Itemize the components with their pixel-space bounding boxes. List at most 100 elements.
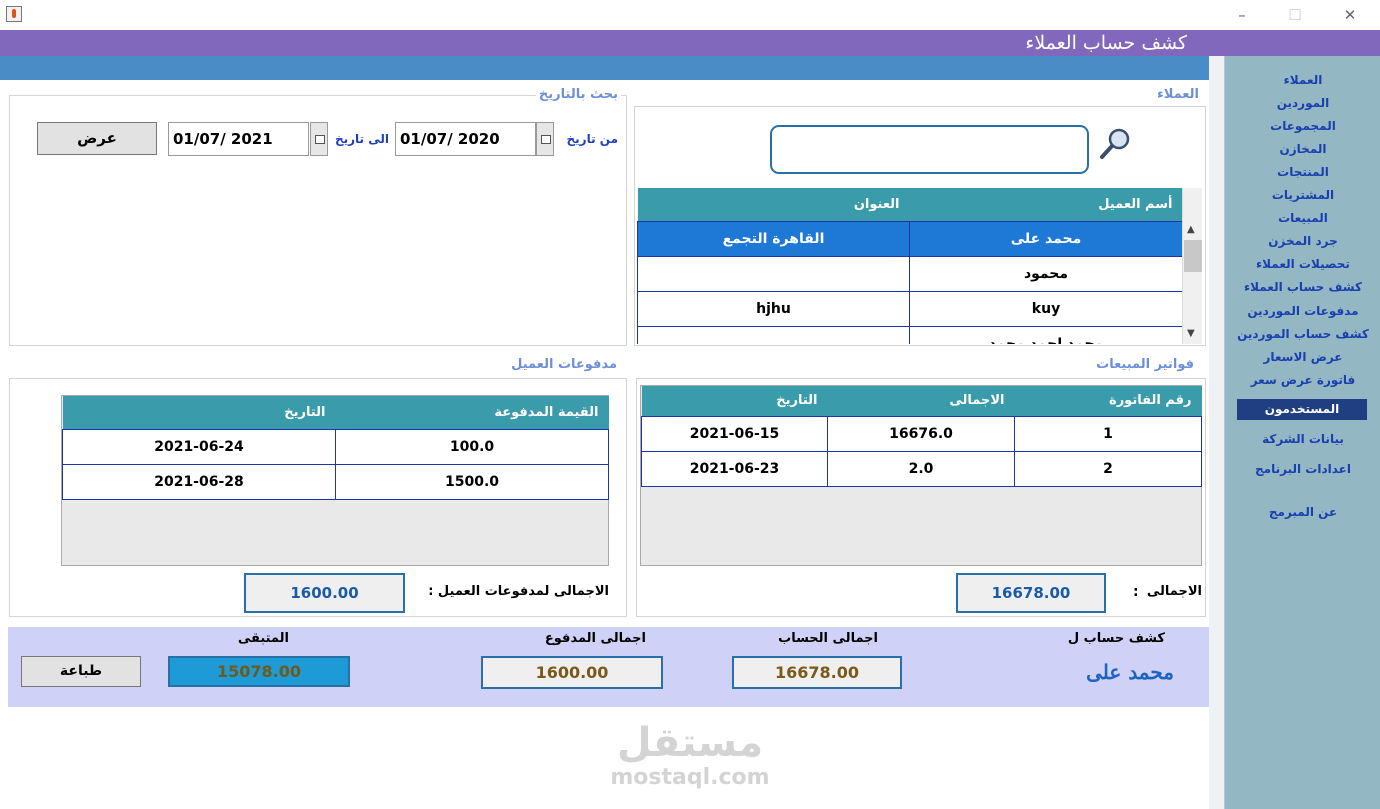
- customer-name: محمد على: [1086, 660, 1174, 684]
- to-date-picker-button[interactable]: [310, 122, 328, 156]
- customers-scrollbar[interactable]: ▲ ▼: [1182, 188, 1202, 344]
- scroll-up-icon[interactable]: ▲: [1187, 224, 1195, 235]
- sidebar-item-suppliers[interactable]: الموردين: [1225, 96, 1380, 110]
- show-button[interactable]: عرض: [37, 122, 157, 155]
- from-date-field[interactable]: 01/07/ 2020: [395, 122, 536, 156]
- sidebar-item-customer-statement[interactable]: كشف حساب العملاء: [1225, 280, 1380, 294]
- cell-address[interactable]: القاهرة التجمع: [637, 220, 910, 257]
- payments-table: التاريخ القيمة المدفوعة 2021-06-24 100.0…: [62, 396, 609, 500]
- sales-invoices-title: فواتير المبيعات: [1093, 357, 1197, 372]
- invoices-table-container: التاريخ الاجمالى رقم الفاتورة 2021-06-15…: [640, 385, 1202, 566]
- payments-total-label: الاجمالى لمدفوعات العميل :: [428, 584, 609, 599]
- minimize-button[interactable]: –: [1232, 5, 1252, 25]
- table-row[interactable]: 2021-06-28 1500.0: [62, 463, 609, 500]
- cell-amount[interactable]: 100.0: [335, 428, 609, 465]
- sidebar-item-price-offers[interactable]: عرض الاسعار: [1225, 350, 1380, 364]
- customers-title: العملاء: [1154, 87, 1202, 102]
- table-row[interactable]: محمد احمد محمد: [637, 325, 1182, 344]
- column-header-customer-name[interactable]: أسم العميل: [909, 188, 1182, 221]
- sidebar-item-supplier-payments[interactable]: مدفوعات الموردين: [1225, 304, 1380, 318]
- header-strip: [0, 56, 1209, 80]
- sidebar-item-quote-invoice[interactable]: فاتورة عرض سعر: [1225, 373, 1380, 387]
- sidebar-item-users[interactable]: المستخدمون: [1237, 399, 1367, 420]
- table-row[interactable]: 2021-06-23 2.0 2: [641, 450, 1202, 487]
- sidebar-item-customer-collections[interactable]: تحصيلات العملاء: [1225, 257, 1380, 271]
- cell-date[interactable]: 2021-06-28: [62, 463, 336, 500]
- search-icon[interactable]: [1099, 126, 1133, 160]
- cell-amount[interactable]: 1500.0: [335, 463, 609, 500]
- print-button[interactable]: طباعة: [21, 656, 141, 687]
- cell-date[interactable]: 2021-06-15: [641, 415, 828, 452]
- column-header-date[interactable]: التاريخ: [62, 396, 336, 429]
- invoices-total-colon: :: [1133, 584, 1139, 600]
- mostaql-watermark: مستقل mostaql.com: [600, 720, 780, 800]
- cell-total[interactable]: 16676.0: [827, 415, 1015, 452]
- sidebar-separator: [1209, 56, 1224, 809]
- close-button[interactable]: ✕: [1340, 5, 1360, 25]
- invoices-table: التاريخ الاجمالى رقم الفاتورة 2021-06-15…: [641, 386, 1202, 487]
- cell-total[interactable]: 2.0: [827, 450, 1015, 487]
- column-header-date[interactable]: التاريخ: [641, 386, 828, 416]
- table-row[interactable]: القاهرة التجمع محمد على: [637, 220, 1182, 257]
- account-total-field: 16678.00: [732, 656, 902, 689]
- customers-table: العنوان أسم العميل القاهرة التجمع محمد ع…: [637, 188, 1182, 344]
- remaining-label: المتبقى: [237, 631, 289, 646]
- sidebar-item-program-settings[interactable]: اعدادات البرنامج: [1225, 462, 1380, 476]
- page-title: كشف حساب العملاء: [1025, 32, 1187, 54]
- customers-table-container: العنوان أسم العميل القاهرة التجمع محمد ع…: [637, 188, 1182, 344]
- cell-customer-name[interactable]: محمد احمد محمد: [909, 325, 1182, 344]
- invoices-total-label: الاجمالى: [1146, 584, 1202, 599]
- column-header-address[interactable]: العنوان: [637, 188, 910, 221]
- scroll-thumb[interactable]: [1184, 240, 1202, 272]
- payments-total-field: 1600.00: [244, 573, 405, 613]
- table-row[interactable]: 2021-06-15 16676.0 1: [641, 415, 1202, 452]
- paid-total-label: اجمالى المدفوع: [544, 631, 646, 646]
- account-total-label: اجمالى الحساب: [778, 631, 878, 646]
- table-row[interactable]: محمود: [637, 255, 1182, 292]
- cell-address[interactable]: [637, 255, 910, 292]
- from-date-label: من تاريخ: [566, 132, 618, 146]
- sidebar-item-company-data[interactable]: بيانات الشركة: [1225, 432, 1380, 446]
- customers-table-header: العنوان أسم العميل: [637, 188, 1182, 221]
- paid-total-field: 1600.00: [481, 656, 663, 689]
- maximize-button[interactable]: ☐: [1285, 5, 1305, 25]
- date-search-title: بحث بالتاريخ: [535, 87, 621, 102]
- cell-address[interactable]: hjhu: [637, 290, 910, 327]
- watermark-domain: mostaql.com: [610, 765, 770, 790]
- cell-customer-name[interactable]: محمد على: [909, 220, 1182, 257]
- cell-invoice-number[interactable]: 1: [1014, 415, 1202, 452]
- to-date-label: الى تاريخ: [334, 132, 389, 146]
- invoices-table-header: التاريخ الاجمالى رقم الفاتورة: [641, 386, 1202, 416]
- column-header-invoice-number[interactable]: رقم الفاتورة: [1014, 386, 1202, 416]
- remaining-field: 15078.00: [168, 656, 350, 687]
- sidebar-item-sales[interactable]: المبيعات: [1225, 211, 1380, 225]
- cell-invoice-number[interactable]: 2: [1014, 450, 1202, 487]
- sidebar-item-stores[interactable]: المخازن: [1225, 142, 1380, 156]
- customer-payments-title: مدفوعات العميل: [508, 357, 620, 372]
- sidebar-item-products[interactable]: المنتجات: [1225, 165, 1380, 179]
- scroll-down-icon[interactable]: ▼: [1187, 328, 1195, 339]
- cell-date[interactable]: 2021-06-23: [641, 450, 828, 487]
- from-date-picker-button[interactable]: [536, 122, 554, 156]
- window-titlebar: [0, 0, 1380, 30]
- sidebar-item-inventory[interactable]: جرد المخزن: [1225, 234, 1380, 248]
- cell-customer-name[interactable]: محمود: [909, 255, 1182, 292]
- table-row[interactable]: hjhu kuy: [637, 290, 1182, 327]
- sidebar-item-groups[interactable]: المجموعات: [1225, 119, 1380, 133]
- column-header-total[interactable]: الاجمالى: [827, 386, 1015, 416]
- customer-search-input[interactable]: [770, 125, 1089, 174]
- sidebar-item-about[interactable]: عن المبرمج: [1225, 505, 1380, 519]
- watermark-arabic: مستقل: [616, 720, 764, 766]
- to-date-field[interactable]: 01/07/ 2021: [168, 122, 309, 156]
- payments-table-header: التاريخ القيمة المدفوعة: [62, 396, 609, 429]
- table-row[interactable]: 2021-06-24 100.0: [62, 428, 609, 465]
- cell-date[interactable]: 2021-06-24: [62, 428, 336, 465]
- column-header-paid-amount[interactable]: القيمة المدفوعة: [335, 396, 609, 429]
- cell-address[interactable]: [637, 325, 910, 344]
- sidebar-item-customers[interactable]: العملاء: [1225, 73, 1380, 87]
- cell-customer-name[interactable]: kuy: [909, 290, 1182, 327]
- statement-for-label: كشف حساب ل: [1067, 631, 1165, 646]
- sidebar-item-supplier-statement[interactable]: كشف حساب الموردين: [1225, 327, 1380, 341]
- sidebar-item-purchases[interactable]: المشتريات: [1225, 188, 1380, 202]
- payments-table-container: التاريخ القيمة المدفوعة 2021-06-24 100.0…: [61, 395, 609, 566]
